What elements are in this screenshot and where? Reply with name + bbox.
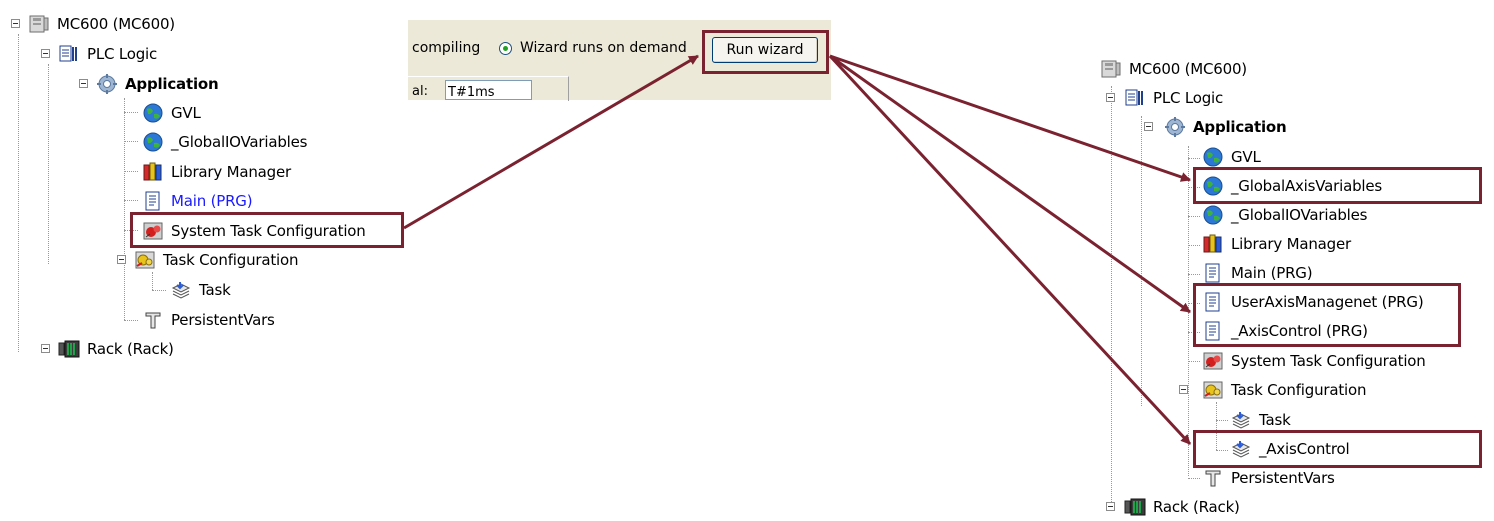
tree-item-gvl[interactable]: GVL: [142, 99, 201, 127]
collapse-toggle-icon[interactable]: [1106, 502, 1115, 511]
tree-item-system-task-configuration[interactable]: System Task Configuration: [1202, 347, 1426, 375]
tree-item-application[interactable]: Application: [79, 70, 219, 98]
wizard-on-demand-radio[interactable]: [499, 42, 512, 55]
highlight-box-run-wizard: [702, 30, 829, 74]
tree-item-plc-logic[interactable]: PLC Logic: [1106, 84, 1223, 112]
tree-item-label: Library Manager: [1231, 235, 1351, 253]
tree-item-persistent-vars[interactable]: PersistentVars: [142, 306, 275, 334]
persistent-vars-icon: [142, 309, 164, 331]
collapse-toggle-icon[interactable]: [11, 19, 20, 28]
library-icon: [1202, 233, 1224, 255]
system-task-icon: [1202, 350, 1224, 372]
tree-item-persistent-vars[interactable]: PersistentVars: [1202, 464, 1335, 492]
interval-field[interactable]: T#1ms: [445, 80, 532, 100]
tree-item-label: MC600 (MC600): [1129, 60, 1247, 78]
tree-item-task-configuration[interactable]: Task Configuration: [1179, 376, 1367, 404]
task-configuration-icon: [134, 249, 156, 271]
tree-item-label: Application: [125, 75, 219, 93]
arrow-to-axis-control-task: [828, 54, 1192, 446]
collapse-toggle-icon[interactable]: [1179, 385, 1188, 394]
plc-logic-icon: [58, 43, 80, 65]
collapse-toggle-icon[interactable]: [79, 79, 88, 88]
persistent-vars-icon: [1202, 467, 1224, 489]
tree-item-label: GVL: [171, 104, 201, 122]
device-icon: [28, 13, 50, 35]
highlight-box-axis-control-task: [1193, 430, 1482, 468]
collapse-toggle-icon[interactable]: [41, 344, 50, 353]
tree-item-label: PersistentVars: [171, 311, 275, 329]
rack-icon: [58, 338, 80, 360]
tree-item-mc600[interactable]: MC600 (MC600): [11, 10, 175, 38]
tree-item-task-configuration[interactable]: Task Configuration: [117, 246, 299, 274]
tree-item-global-io-variables[interactable]: _GlobalIOVariables: [1202, 201, 1367, 229]
highlight-box-axis-programs: [1193, 283, 1461, 347]
tree-item-label: Task Configuration: [163, 251, 299, 269]
collapse-toggle-icon[interactable]: [1106, 93, 1115, 102]
tree-item-library-manager[interactable]: Library Manager: [1202, 230, 1351, 258]
tree-item-label: GVL: [1231, 148, 1261, 166]
tree-item-label: PLC Logic: [1153, 89, 1224, 107]
globe-icon: [1202, 204, 1224, 226]
tree-item-task[interactable]: Task: [170, 276, 231, 304]
tree-item-label: Library Manager: [171, 163, 291, 181]
tree-item-library-manager[interactable]: Library Manager: [142, 158, 291, 186]
collapse-toggle-icon[interactable]: [1144, 122, 1153, 131]
gear-icon: [96, 73, 118, 95]
tree-item-plc-logic[interactable]: PLC Logic: [41, 40, 158, 68]
task-icon: [1230, 409, 1252, 431]
globe-icon: [1202, 146, 1224, 168]
tree-item-mc600[interactable]: MC600 (MC600): [1100, 55, 1247, 83]
globe-icon: [142, 102, 164, 124]
plc-logic-icon: [1124, 87, 1146, 109]
tree-item-label: Task: [199, 281, 231, 299]
highlight-box-global-axis: [1193, 167, 1482, 204]
tree-item-label: PLC Logic: [87, 45, 158, 63]
device-icon: [1100, 58, 1122, 80]
collapse-toggle-icon[interactable]: [41, 49, 50, 58]
wizard-on-demand-label: Wizard runs on demand: [520, 40, 687, 56]
gear-icon: [1164, 116, 1186, 138]
tree-item-label: Main (PRG): [1231, 264, 1313, 282]
tree-item-label: MC600 (MC600): [57, 15, 175, 33]
tree-item-label: Rack (Rack): [87, 340, 174, 358]
tree-item-main-prg[interactable]: Main (PRG): [142, 187, 253, 215]
tree-item-global-io-variables[interactable]: _GlobalIOVariables: [142, 128, 307, 156]
tree-item-label: System Task Configuration: [1231, 352, 1426, 370]
tree-item-rack[interactable]: Rack (Rack): [41, 335, 174, 363]
library-icon: [142, 161, 164, 183]
tree-item-application[interactable]: Application: [1144, 113, 1287, 141]
task-icon: [170, 279, 192, 301]
tree-item-label: Main (PRG): [171, 192, 253, 210]
tree-item-label: _GlobalIOVariables: [171, 133, 308, 151]
tree-item-label: Application: [1193, 118, 1287, 136]
rack-icon: [1124, 496, 1146, 518]
program-icon: [142, 190, 164, 212]
tree-item-label: Task Configuration: [1231, 381, 1367, 399]
highlight-box-system-task: [130, 212, 404, 248]
tree-item-label: Rack (Rack): [1153, 498, 1240, 516]
compiling-text: compiling: [412, 40, 481, 56]
tree-item-label: Task: [1259, 411, 1291, 429]
interval-label: al:: [412, 84, 428, 99]
program-icon: [1202, 262, 1224, 284]
tree-item-label: PersistentVars: [1231, 469, 1335, 487]
globe-icon: [142, 131, 164, 153]
tree-item-label: _GlobalIOVariables: [1231, 206, 1368, 224]
tree-item-rack[interactable]: Rack (Rack): [1106, 493, 1240, 521]
collapse-toggle-icon[interactable]: [117, 255, 126, 264]
task-configuration-icon: [1202, 379, 1224, 401]
